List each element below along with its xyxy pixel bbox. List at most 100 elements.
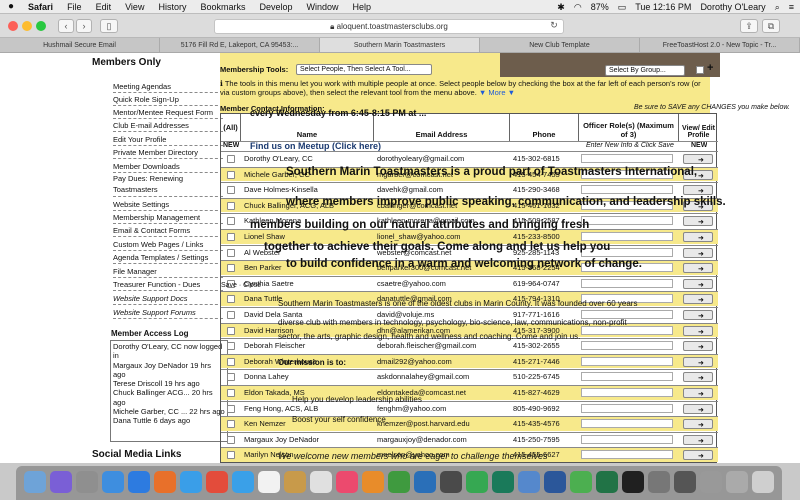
view-profile-button[interactable]: ➜	[683, 419, 713, 430]
firefox-icon[interactable]	[154, 471, 176, 493]
sidebar-item[interactable]: File Manager	[113, 265, 223, 278]
view-profile-button[interactable]: ➜	[683, 263, 713, 274]
row-checkbox[interactable]	[227, 264, 235, 273]
trash-icon[interactable]	[752, 471, 774, 493]
sidebar-item[interactable]: Quick Role Sign-Up	[113, 93, 223, 106]
app-icon[interactable]	[518, 471, 540, 493]
more-link[interactable]: ▼ More ▼	[479, 88, 515, 97]
sidebar-item[interactable]: Website Settings	[113, 198, 223, 211]
apple-menu-icon[interactable]: ●	[8, 1, 14, 12]
finder-icon[interactable]	[24, 471, 46, 493]
app-icon[interactable]	[440, 471, 462, 493]
row-checkbox[interactable]	[227, 170, 235, 179]
view-profile-button[interactable]: ➜	[683, 388, 713, 398]
meetup-link[interactable]: Find us on Meetup (Click here)	[250, 141, 381, 151]
battery-percent[interactable]: 87%	[591, 2, 609, 12]
sidebar-item[interactable]: Custom Web Pages / Links	[113, 238, 223, 251]
officer-role-input[interactable]	[581, 185, 673, 195]
row-checkbox[interactable]	[227, 420, 235, 429]
word-icon[interactable]	[544, 471, 566, 493]
row-checkbox[interactable]	[227, 404, 235, 413]
row-checkbox[interactable]	[227, 248, 235, 257]
row-checkbox[interactable]	[227, 451, 235, 460]
officer-role-input[interactable]	[581, 388, 673, 397]
forward-button[interactable]: ›	[76, 19, 92, 33]
view-profile-button[interactable]: ➜	[683, 247, 713, 258]
sidebar-item[interactable]: Website Support Docs	[113, 292, 223, 305]
sidebar-item[interactable]: Agenda Templates / Settings	[113, 251, 223, 264]
sidebar-item[interactable]: Pay Dues: Renewing Toastmasters	[113, 173, 223, 197]
view-profile-button[interactable]: ➜	[683, 325, 713, 336]
officer-role-input[interactable]	[581, 154, 673, 163]
row-checkbox[interactable]	[227, 186, 235, 195]
tab-southern-marin[interactable]: Southern Marin Toastmasters	[320, 38, 480, 52]
calendar-icon[interactable]	[258, 471, 280, 493]
menu-app[interactable]: Safari	[28, 2, 53, 12]
sidebar-item[interactable]: Member Downloads	[113, 160, 223, 173]
row-checkbox[interactable]	[227, 155, 235, 163]
launchpad-icon[interactable]	[76, 471, 98, 493]
officer-role-input[interactable]	[581, 434, 673, 444]
zoom-window-icon[interactable]	[36, 21, 46, 31]
view-profile-button[interactable]: ➜	[683, 341, 713, 352]
tab-new-club-template[interactable]: New Club Template	[480, 38, 640, 52]
tab-hushmail[interactable]: Hushmail Secure Email	[0, 38, 160, 52]
tab-freetoasthost[interactable]: FreeToastHost 2.0 - New Topic - Tr...	[640, 38, 800, 52]
chrome-icon[interactable]	[206, 471, 228, 493]
menu-view[interactable]: View	[125, 2, 144, 12]
sidebar-icon[interactable]: ▯	[100, 19, 118, 33]
sidebar-item[interactable]: Meeting Agendas	[113, 80, 223, 93]
officer-role-input[interactable]	[581, 278, 673, 288]
view-profile-button[interactable]: ➜	[683, 450, 713, 461]
row-checkbox[interactable]	[227, 233, 235, 241]
tab-address[interactable]: 5176 Fill Rd E, Lakeport, CA 95453:...	[160, 38, 320, 52]
row-checkbox[interactable]	[227, 342, 235, 351]
view-profile-button[interactable]: ➜	[683, 154, 713, 164]
reload-icon[interactable]: ↻	[548, 19, 560, 33]
row-checkbox[interactable]	[227, 435, 235, 444]
numbers-icon[interactable]	[570, 471, 592, 493]
share-icon[interactable]: ⇪	[740, 19, 758, 33]
search-icon[interactable]: ⌕	[775, 2, 780, 13]
books-icon[interactable]	[362, 471, 384, 493]
row-checkbox[interactable]	[227, 217, 235, 226]
safari-icon[interactable]	[102, 471, 124, 493]
preview-icon[interactable]	[648, 471, 670, 493]
row-checkbox[interactable]	[227, 373, 235, 382]
app-store-icon[interactable]	[128, 471, 150, 493]
group-checkbox[interactable]	[696, 66, 704, 74]
menu-edit[interactable]: Edit	[96, 2, 112, 12]
itunes-icon[interactable]	[336, 471, 358, 493]
add-group-icon[interactable]: +	[707, 62, 713, 74]
menu-bookmarks[interactable]: Bookmarks	[200, 2, 245, 12]
officer-role-input[interactable]	[581, 232, 673, 241]
row-checkbox[interactable]	[227, 201, 235, 210]
view-profile-button[interactable]: ➜	[683, 216, 713, 227]
terminal-icon[interactable]	[622, 471, 644, 493]
tools-select[interactable]: Select People, Then Select A Tool...	[296, 64, 432, 75]
row-checkbox[interactable]	[227, 389, 235, 397]
officer-role-input[interactable]	[581, 341, 673, 351]
view-profile-button[interactable]: ➜	[683, 185, 713, 196]
app-icon[interactable]	[414, 471, 436, 493]
back-button[interactable]: ‹	[58, 19, 74, 33]
row-checkbox[interactable]	[227, 357, 235, 366]
sidebar-item[interactable]: Email & Contact Forms	[113, 224, 223, 237]
photos-icon[interactable]	[310, 471, 332, 493]
select-all-header[interactable]: (All)	[221, 114, 241, 141]
menu-window[interactable]: Window	[307, 2, 339, 12]
siri-icon[interactable]	[50, 471, 72, 493]
documents-icon[interactable]	[726, 471, 748, 493]
row-checkbox[interactable]	[227, 295, 235, 304]
officer-role-input[interactable]	[581, 356, 673, 366]
app-icon[interactable]	[466, 471, 488, 493]
sidebar-item[interactable]: Website Support Forums	[113, 306, 223, 319]
officer-role-input[interactable]	[581, 450, 673, 460]
evernote-icon[interactable]	[388, 471, 410, 493]
officer-role-input[interactable]	[581, 372, 673, 382]
battery-icon[interactable]: ▭	[618, 2, 627, 13]
close-window-icon[interactable]	[8, 21, 18, 31]
tabs-overview-icon[interactable]: ⧉	[762, 19, 780, 33]
wifi-icon[interactable]: ◠	[574, 2, 582, 13]
excel-icon[interactable]	[596, 471, 618, 493]
